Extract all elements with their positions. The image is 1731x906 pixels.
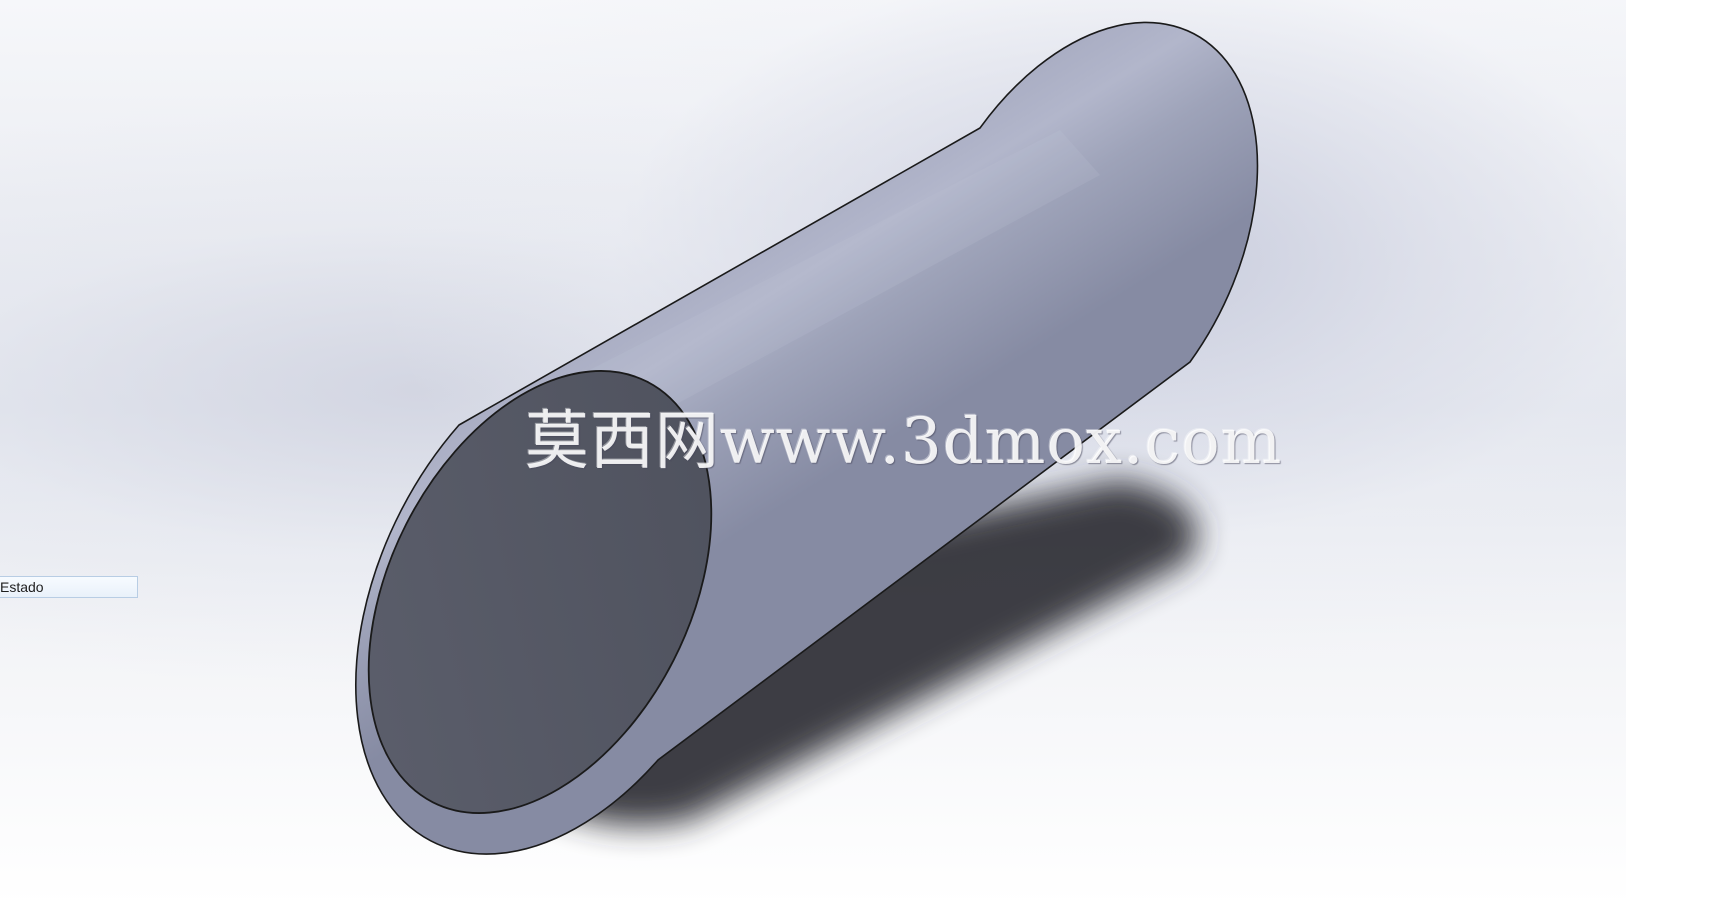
- status-field[interactable]: Estado: [0, 576, 138, 598]
- watermark-text: 莫西网www.3dmox.com: [525, 405, 1283, 479]
- right-margin: [1626, 0, 1731, 906]
- graphics-viewport[interactable]: 莫西网www.3dmox.com Estado: [0, 0, 1626, 906]
